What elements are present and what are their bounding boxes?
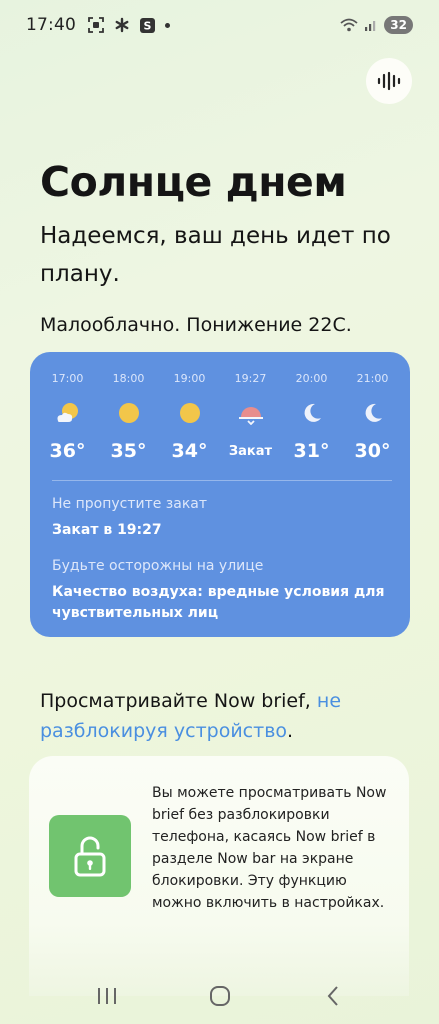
hour-temp: 35° <box>110 440 147 462</box>
home-button[interactable] <box>200 976 240 1016</box>
hour-temp: 31° <box>293 440 330 462</box>
brief-heading: Просматривайте Now brief, не разблокируя… <box>40 686 400 746</box>
sound-wave-icon <box>377 71 401 91</box>
card-divider <box>52 480 392 481</box>
hour-temp: Закат <box>228 444 273 459</box>
hour-time: 19:27 <box>234 372 267 385</box>
partly-cloudy-icon <box>54 400 82 426</box>
sun-icon <box>117 400 141 426</box>
navigation-bar <box>0 968 439 1024</box>
hour-time: 21:00 <box>356 372 389 385</box>
hour-item: 18:00 35° <box>98 372 159 466</box>
hourly-forecast: 17:00 36° 18:00 35° 19:00 34° 19:27 Зака… <box>30 372 410 466</box>
hour-time: 18:00 <box>112 372 145 385</box>
hour-item: 19:27 Закат <box>220 372 281 466</box>
hour-item: 17:00 36° <box>37 372 98 466</box>
moon-icon <box>300 400 324 426</box>
voice-button[interactable] <box>366 58 412 104</box>
sunset-icon <box>237 400 265 426</box>
svg-text:S: S <box>144 19 152 32</box>
wifi-icon <box>340 18 358 32</box>
hour-item: 21:00 30° <box>342 372 403 466</box>
status-bar: 17:40 S 32 <box>0 0 439 50</box>
s-app-icon: S <box>140 17 155 33</box>
hour-temp: 30° <box>354 440 391 462</box>
status-notification-icons: S <box>88 17 170 33</box>
moon-icon <box>361 400 385 426</box>
unlock-icon <box>49 815 131 897</box>
battery-indicator: 32 <box>384 16 413 34</box>
back-icon <box>327 986 338 1006</box>
asterisk-icon <box>115 17 129 33</box>
sunset-note: Не пропустите закат Закат в 19:27 <box>52 496 392 541</box>
sunset-label: Не пропустите закат <box>52 496 208 512</box>
sun-icon <box>178 400 202 426</box>
brief-heading-text: Просматривайте Now brief, <box>40 690 317 712</box>
recents-button[interactable] <box>87 976 127 1016</box>
hour-item: 19:00 34° <box>159 372 220 466</box>
hour-time: 20:00 <box>295 372 328 385</box>
page-subtitle: Надеемся, ваш день идет по плану. <box>40 223 391 287</box>
brief-card-text: Вы можете просматривать Now brief без ра… <box>152 785 387 911</box>
weather-summary: Малооблачно. Понижение 22С. <box>40 314 352 336</box>
hour-temp: 36° <box>49 440 86 462</box>
air-quality-label: Будьте осторожны на улице <box>52 558 264 574</box>
hour-item: 20:00 31° <box>281 372 342 466</box>
more-notifications-dot <box>165 22 170 28</box>
hour-temp: 34° <box>171 440 208 462</box>
screenshot-icon <box>88 17 104 33</box>
brief-heading-end: . <box>287 720 294 742</box>
hour-time: 19:00 <box>173 372 206 385</box>
air-quality-value: Качество воздуха: вредные условия для чу… <box>52 584 385 621</box>
back-button[interactable] <box>313 976 353 1016</box>
home-icon <box>209 986 230 1006</box>
hour-time: 17:00 <box>51 372 84 385</box>
status-time: 17:40 <box>26 15 76 35</box>
brief-info-card[interactable]: Вы можете просматривать Now brief без ра… <box>29 756 409 996</box>
sunset-value: Закат в 19:27 <box>52 522 162 538</box>
recents-icon <box>97 988 116 1004</box>
page-title: Солнце днем <box>40 158 347 206</box>
weather-card[interactable]: 17:00 36° 18:00 35° 19:00 34° 19:27 Зака… <box>30 352 410 637</box>
air-quality-note: Будьте осторожны на улице Качество возду… <box>52 558 392 624</box>
status-right: 32 <box>340 16 413 34</box>
signal-icon <box>365 21 376 31</box>
